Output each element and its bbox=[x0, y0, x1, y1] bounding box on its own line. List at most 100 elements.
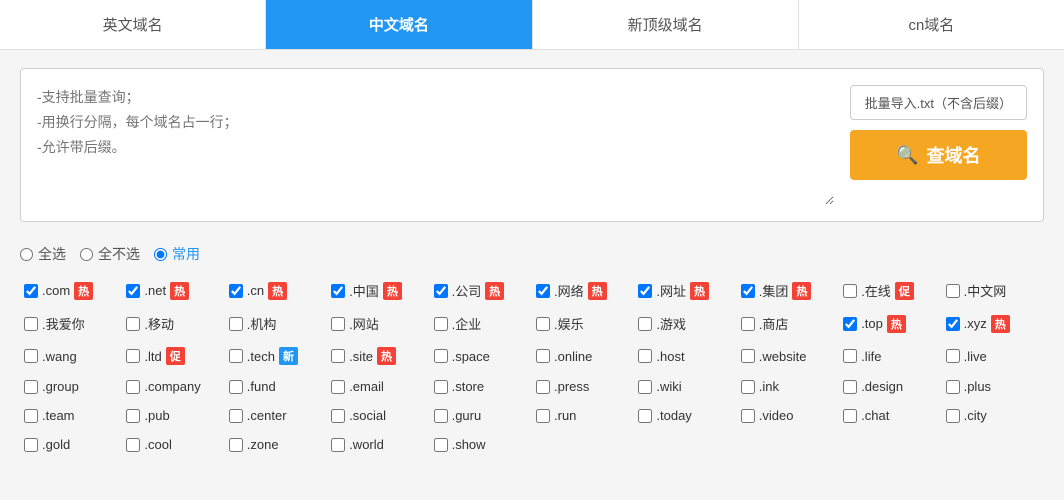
domain-checkbox[interactable] bbox=[536, 317, 550, 331]
domain-checkbox[interactable] bbox=[946, 380, 960, 394]
domain-checkbox[interactable] bbox=[24, 284, 38, 298]
filter-all[interactable]: 全选 bbox=[20, 244, 66, 264]
domain-checkbox[interactable] bbox=[331, 438, 345, 452]
tab-new[interactable]: 新顶级域名 bbox=[533, 0, 799, 49]
filter-common[interactable]: 常用 bbox=[154, 244, 200, 264]
domain-checkbox[interactable] bbox=[126, 380, 140, 394]
domain-checkbox[interactable] bbox=[229, 409, 243, 423]
domain-checkbox[interactable] bbox=[638, 317, 652, 331]
domain-checkbox[interactable] bbox=[536, 284, 550, 298]
domain-checkbox[interactable] bbox=[843, 409, 857, 423]
domain-name-label: .集团 bbox=[759, 281, 789, 300]
domain-item: .press bbox=[532, 372, 634, 401]
domain-checkbox[interactable] bbox=[126, 438, 140, 452]
import-button[interactable]: 批量导入.txt（不含后缀） bbox=[850, 85, 1027, 120]
domain-checkbox[interactable] bbox=[331, 284, 345, 298]
search-button[interactable]: 🔍 查域名 bbox=[850, 130, 1027, 180]
domain-checkbox[interactable] bbox=[126, 317, 140, 331]
domain-checkbox[interactable] bbox=[741, 317, 755, 331]
domain-checkbox[interactable] bbox=[126, 349, 140, 363]
domain-item: .life bbox=[839, 340, 941, 372]
domain-checkbox[interactable] bbox=[24, 409, 38, 423]
domain-name-label: .live bbox=[964, 349, 987, 364]
domain-item: .游戏 bbox=[634, 307, 736, 340]
domain-checkbox[interactable] bbox=[434, 317, 448, 331]
domain-checkbox[interactable] bbox=[741, 380, 755, 394]
domain-checkbox[interactable] bbox=[434, 284, 448, 298]
domain-checkbox[interactable] bbox=[24, 438, 38, 452]
tab-cn[interactable]: 中文域名 bbox=[266, 0, 532, 49]
domain-checkbox[interactable] bbox=[638, 284, 652, 298]
domain-checkbox[interactable] bbox=[126, 284, 140, 298]
domain-name-label: .online bbox=[554, 349, 592, 364]
domain-checkbox[interactable] bbox=[843, 284, 857, 298]
filter-none[interactable]: 全不选 bbox=[80, 244, 140, 264]
domain-name-label: .公司 bbox=[452, 281, 482, 300]
domain-checkbox[interactable] bbox=[536, 349, 550, 363]
domain-checkbox[interactable] bbox=[24, 317, 38, 331]
domain-item: .online bbox=[532, 340, 634, 372]
domain-checkbox[interactable] bbox=[843, 380, 857, 394]
domain-name-label: .wiki bbox=[656, 379, 681, 394]
domain-item: .ink bbox=[737, 372, 839, 401]
domain-name-label: .tech bbox=[247, 349, 275, 364]
domain-checkbox[interactable] bbox=[536, 409, 550, 423]
domain-name-label: .pub bbox=[144, 408, 169, 423]
domain-badge: 促 bbox=[166, 347, 185, 365]
domain-item: .网站 bbox=[327, 307, 429, 340]
domain-checkbox[interactable] bbox=[24, 349, 38, 363]
domain-checkbox[interactable] bbox=[946, 317, 960, 331]
domain-badge: 热 bbox=[377, 347, 396, 365]
domain-checkbox[interactable] bbox=[229, 438, 243, 452]
domain-checkbox[interactable] bbox=[229, 284, 243, 298]
search-icon: 🔍 bbox=[896, 145, 918, 166]
domain-checkbox[interactable] bbox=[24, 380, 38, 394]
domain-checkbox[interactable] bbox=[434, 409, 448, 423]
domain-checkbox[interactable] bbox=[638, 380, 652, 394]
domain-item: .cn热 bbox=[225, 274, 327, 307]
domain-checkbox[interactable] bbox=[331, 409, 345, 423]
domain-item: .email bbox=[327, 372, 429, 401]
domain-checkbox[interactable] bbox=[229, 349, 243, 363]
domain-checkbox[interactable] bbox=[331, 349, 345, 363]
domain-checkbox[interactable] bbox=[638, 349, 652, 363]
domain-checkbox[interactable] bbox=[331, 317, 345, 331]
domain-item: .company bbox=[122, 372, 224, 401]
tab-cn2[interactable]: cn域名 bbox=[799, 0, 1064, 49]
domain-checkbox[interactable] bbox=[126, 409, 140, 423]
domain-checkbox[interactable] bbox=[741, 349, 755, 363]
domain-grid: .com热.net热.cn热.中国热.公司热.网络热.网址热.集团热.在线促.中… bbox=[0, 274, 1064, 479]
domain-name-label: .中文网 bbox=[964, 281, 1007, 300]
domain-item: .pub bbox=[122, 401, 224, 430]
domain-badge: 热 bbox=[991, 315, 1010, 333]
domain-badge: 热 bbox=[383, 282, 402, 300]
domain-item: .企业 bbox=[430, 307, 532, 340]
domain-item: .商店 bbox=[737, 307, 839, 340]
domain-item: .host bbox=[634, 340, 736, 372]
domain-item: .space bbox=[430, 340, 532, 372]
domain-checkbox[interactable] bbox=[741, 409, 755, 423]
domain-checkbox[interactable] bbox=[741, 284, 755, 298]
domain-checkbox[interactable] bbox=[331, 380, 345, 394]
search-input[interactable] bbox=[37, 85, 834, 205]
domain-checkbox[interactable] bbox=[843, 317, 857, 331]
domain-checkbox[interactable] bbox=[638, 409, 652, 423]
domain-item: .top热 bbox=[839, 307, 941, 340]
domain-checkbox[interactable] bbox=[434, 349, 448, 363]
domain-item: .机构 bbox=[225, 307, 327, 340]
domain-checkbox[interactable] bbox=[946, 409, 960, 423]
domain-checkbox[interactable] bbox=[536, 380, 550, 394]
domain-checkbox[interactable] bbox=[843, 349, 857, 363]
domain-item: .net热 bbox=[122, 274, 224, 307]
domain-name-label: .ltd bbox=[144, 349, 161, 364]
domain-name-label: .city bbox=[964, 408, 987, 423]
domain-checkbox[interactable] bbox=[946, 349, 960, 363]
domain-item: .com热 bbox=[20, 274, 122, 307]
domain-checkbox[interactable] bbox=[229, 317, 243, 331]
domain-name-label: .在线 bbox=[861, 281, 891, 300]
domain-checkbox[interactable] bbox=[229, 380, 243, 394]
domain-checkbox[interactable] bbox=[434, 380, 448, 394]
domain-checkbox[interactable] bbox=[946, 284, 960, 298]
tab-en[interactable]: 英文域名 bbox=[0, 0, 266, 49]
domain-checkbox[interactable] bbox=[434, 438, 448, 452]
